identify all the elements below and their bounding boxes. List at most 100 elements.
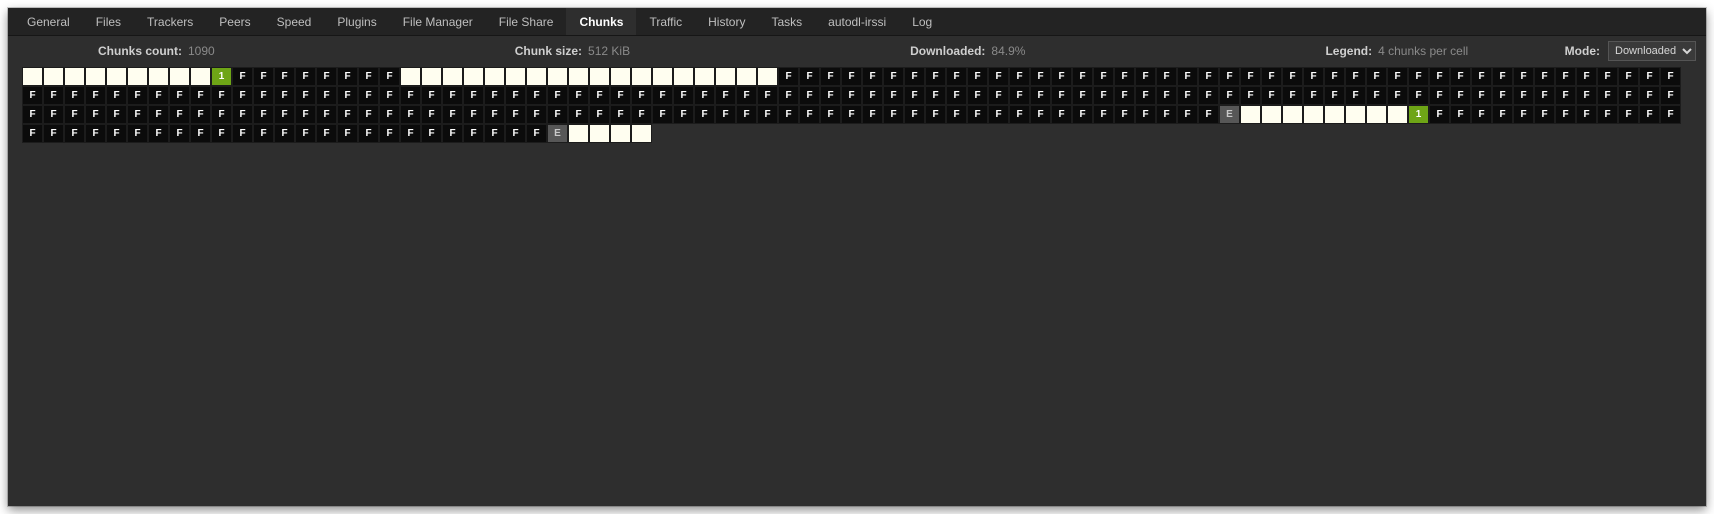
chunk-cell[interactable]: 1 xyxy=(1408,105,1429,124)
chunk-cell[interactable]: F xyxy=(1093,86,1114,105)
chunk-cell[interactable] xyxy=(127,67,148,86)
chunk-cell[interactable]: F xyxy=(1177,105,1198,124)
chunk-cell[interactable]: F xyxy=(1408,86,1429,105)
chunk-cell[interactable]: F xyxy=(862,67,883,86)
chunk-cell[interactable]: F xyxy=(316,67,337,86)
chunk-cell[interactable]: F xyxy=(400,86,421,105)
chunk-cell[interactable] xyxy=(736,67,757,86)
chunk-cell[interactable]: F xyxy=(589,105,610,124)
chunk-cell[interactable]: F xyxy=(715,105,736,124)
tab-log[interactable]: Log xyxy=(899,8,945,35)
chunk-cell[interactable]: F xyxy=(316,124,337,143)
chunk-cell[interactable] xyxy=(148,67,169,86)
tab-history[interactable]: History xyxy=(695,8,758,35)
chunk-cell[interactable]: F xyxy=(1576,86,1597,105)
chunk-cell[interactable]: F xyxy=(1114,105,1135,124)
chunk-cell[interactable]: F xyxy=(316,86,337,105)
chunk-cell[interactable]: F xyxy=(232,86,253,105)
chunk-cell[interactable]: E xyxy=(1219,105,1240,124)
chunk-cell[interactable] xyxy=(484,67,505,86)
chunk-cell[interactable]: F xyxy=(904,105,925,124)
chunk-cell[interactable]: F xyxy=(1639,67,1660,86)
chunk-cell[interactable]: F xyxy=(421,86,442,105)
chunk-cell[interactable]: F xyxy=(1303,67,1324,86)
chunk-cell[interactable]: F xyxy=(232,105,253,124)
chunk-cell[interactable]: F xyxy=(589,86,610,105)
chunk-cell[interactable]: F xyxy=(967,67,988,86)
chunk-cell[interactable]: F xyxy=(400,105,421,124)
chunk-cell[interactable]: F xyxy=(274,105,295,124)
chunk-cell[interactable]: F xyxy=(778,67,799,86)
chunk-cell[interactable] xyxy=(631,67,652,86)
chunk-cell[interactable] xyxy=(589,124,610,143)
chunk-cell[interactable]: F xyxy=(295,105,316,124)
chunk-cell[interactable]: F xyxy=(1030,86,1051,105)
chunk-cell[interactable]: F xyxy=(463,124,484,143)
chunk-cell[interactable] xyxy=(1366,105,1387,124)
chunk-cell[interactable]: F xyxy=(904,67,925,86)
chunk-cell[interactable]: F xyxy=(337,67,358,86)
chunk-cell[interactable]: F xyxy=(1513,105,1534,124)
chunk-cell[interactable]: F xyxy=(274,124,295,143)
chunk-cell[interactable]: F xyxy=(1177,86,1198,105)
chunk-cell[interactable]: F xyxy=(673,86,694,105)
chunk-cell[interactable]: F xyxy=(106,124,127,143)
chunk-cell[interactable]: F xyxy=(820,67,841,86)
chunk-cell[interactable] xyxy=(85,67,106,86)
chunk-cell[interactable]: F xyxy=(1261,67,1282,86)
chunk-cell[interactable]: F xyxy=(358,105,379,124)
chunk-cell[interactable]: F xyxy=(1387,67,1408,86)
chunk-cell[interactable]: E xyxy=(547,124,568,143)
chunk-cell[interactable] xyxy=(1261,105,1282,124)
chunk-cell[interactable]: F xyxy=(799,67,820,86)
chunk-cell[interactable]: F xyxy=(1156,67,1177,86)
chunk-cell[interactable]: F xyxy=(1198,86,1219,105)
chunk-cell[interactable]: F xyxy=(253,67,274,86)
chunk-cell[interactable]: F xyxy=(169,86,190,105)
chunk-cell[interactable]: F xyxy=(1429,86,1450,105)
chunk-cell[interactable]: F xyxy=(211,86,232,105)
chunk-cell[interactable]: F xyxy=(799,105,820,124)
chunk-cell[interactable]: F xyxy=(1072,86,1093,105)
chunk-cell[interactable]: F xyxy=(295,86,316,105)
chunk-cell[interactable]: F xyxy=(85,124,106,143)
chunk-cell[interactable] xyxy=(400,67,421,86)
chunk-cell[interactable]: F xyxy=(1282,67,1303,86)
chunk-cell[interactable]: F xyxy=(379,124,400,143)
chunk-cell[interactable]: 1 xyxy=(211,67,232,86)
chunk-cell[interactable]: F xyxy=(778,86,799,105)
chunk-cell[interactable]: F xyxy=(85,86,106,105)
chunk-cell[interactable]: F xyxy=(127,124,148,143)
chunk-cell[interactable]: F xyxy=(337,124,358,143)
chunk-cell[interactable]: F xyxy=(967,86,988,105)
chunk-cell[interactable]: F xyxy=(1450,86,1471,105)
chunk-cell[interactable] xyxy=(610,124,631,143)
chunk-cell[interactable]: F xyxy=(463,105,484,124)
chunk-cell[interactable]: F xyxy=(1072,105,1093,124)
chunk-cell[interactable]: F xyxy=(190,86,211,105)
chunk-cell[interactable]: F xyxy=(1051,67,1072,86)
chunk-cell[interactable]: F xyxy=(1555,86,1576,105)
chunk-cell[interactable] xyxy=(715,67,736,86)
chunk-cell[interactable]: F xyxy=(1219,67,1240,86)
chunk-cell[interactable]: F xyxy=(211,105,232,124)
chunk-cell[interactable]: F xyxy=(484,86,505,105)
chunk-cell[interactable]: F xyxy=(484,124,505,143)
chunk-cell[interactable]: F xyxy=(1009,67,1030,86)
chunk-cell[interactable]: F xyxy=(694,105,715,124)
chunk-cell[interactable]: F xyxy=(1093,105,1114,124)
chunk-cell[interactable]: F xyxy=(190,105,211,124)
chunk-cell[interactable]: F xyxy=(757,105,778,124)
chunk-cell[interactable]: F xyxy=(400,124,421,143)
chunk-cell[interactable]: F xyxy=(1492,67,1513,86)
chunk-cell[interactable] xyxy=(1282,105,1303,124)
chunk-cell[interactable]: F xyxy=(274,67,295,86)
chunk-cell[interactable]: F xyxy=(379,86,400,105)
chunk-cell[interactable]: F xyxy=(22,124,43,143)
chunk-cell[interactable] xyxy=(106,67,127,86)
chunk-cell[interactable]: F xyxy=(1513,67,1534,86)
chunk-cell[interactable]: F xyxy=(1324,86,1345,105)
chunk-cell[interactable]: F xyxy=(1429,67,1450,86)
chunk-cell[interactable]: F xyxy=(1618,67,1639,86)
chunk-cell[interactable]: F xyxy=(1345,86,1366,105)
